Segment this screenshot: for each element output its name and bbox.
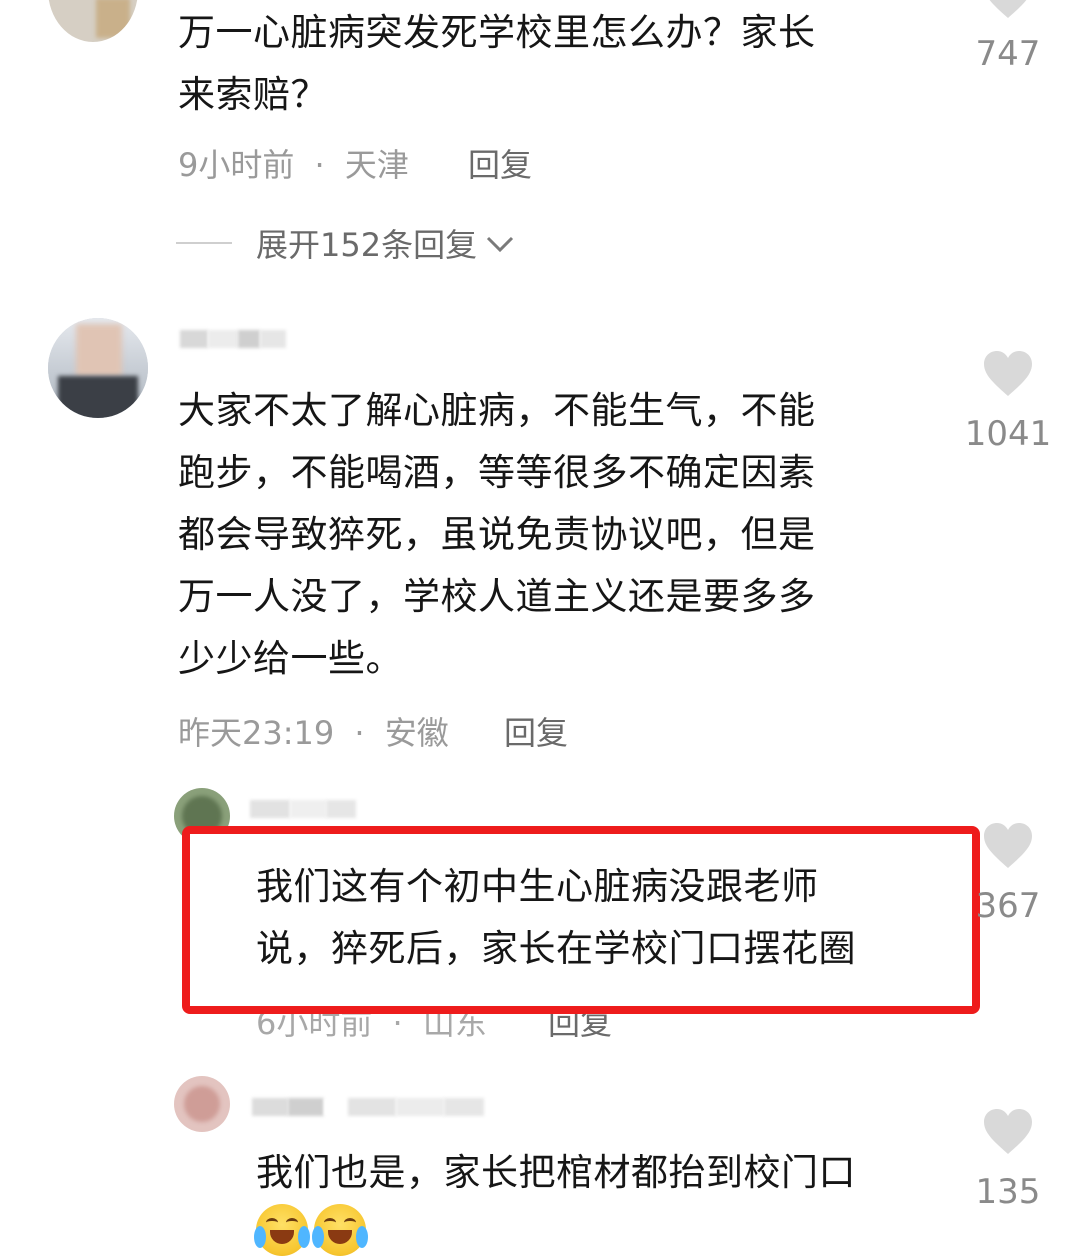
- username-redacted[interactable]: [252, 1098, 484, 1116]
- like-count: 135: [975, 1172, 1041, 1212]
- expand-replies-label: 展开152条回复: [256, 226, 478, 264]
- username-redacted[interactable]: [180, 330, 286, 348]
- comment-text: 我们也是，家长把棺材都抬到校门口: [256, 1151, 856, 1194]
- like-heart-icon[interactable]: [982, 822, 1034, 870]
- avatar[interactable]: [48, 0, 138, 42]
- comment-time: 9小时前: [178, 146, 295, 184]
- comment-meta: 昨天23:19 · 安徽: [178, 708, 449, 754]
- comment-text: 我们这有个初中生心脏病没跟老师 说，猝死后，家长在学校门口摆花圈: [256, 865, 856, 970]
- username-redacted[interactable]: [250, 800, 356, 818]
- avatar[interactable]: [174, 1076, 230, 1132]
- reply-button[interactable]: 回复: [504, 708, 568, 754]
- like-heart-icon[interactable]: [982, 0, 1034, 20]
- comment-location: 安徽: [384, 714, 449, 752]
- chevron-down-icon: [485, 224, 515, 262]
- reply-button[interactable]: 回复: [468, 140, 532, 186]
- comment-text: 万一心脏病突发死学校里怎么办？家长 来索赔？: [178, 11, 816, 116]
- meta-separator: ·: [314, 146, 325, 184]
- laugh-cry-emoji-icon: [254, 1204, 310, 1256]
- laugh-cry-emoji-icon: [312, 1204, 368, 1256]
- avatar[interactable]: [48, 318, 148, 418]
- comment-meta: 9小时前 · 天津: [178, 140, 409, 186]
- comment-text: 大家不太了解心脏病，不能生气，不能 跑步，不能喝酒，等等很多不确定因素 都会导致…: [178, 389, 816, 680]
- expand-replies-button[interactable]: 展开152条回复: [256, 220, 515, 266]
- like-count: 367: [975, 886, 1041, 926]
- like-heart-icon[interactable]: [982, 1108, 1034, 1156]
- comment-time: 昨天23:19: [178, 714, 335, 752]
- like-count: 747: [975, 34, 1041, 74]
- like-count: 1041: [964, 414, 1052, 454]
- emoji-row: [254, 1204, 368, 1256]
- expand-divider: [176, 242, 232, 244]
- meta-separator: ·: [354, 714, 365, 752]
- like-heart-icon[interactable]: [982, 350, 1034, 398]
- comment-location: 天津: [344, 146, 409, 184]
